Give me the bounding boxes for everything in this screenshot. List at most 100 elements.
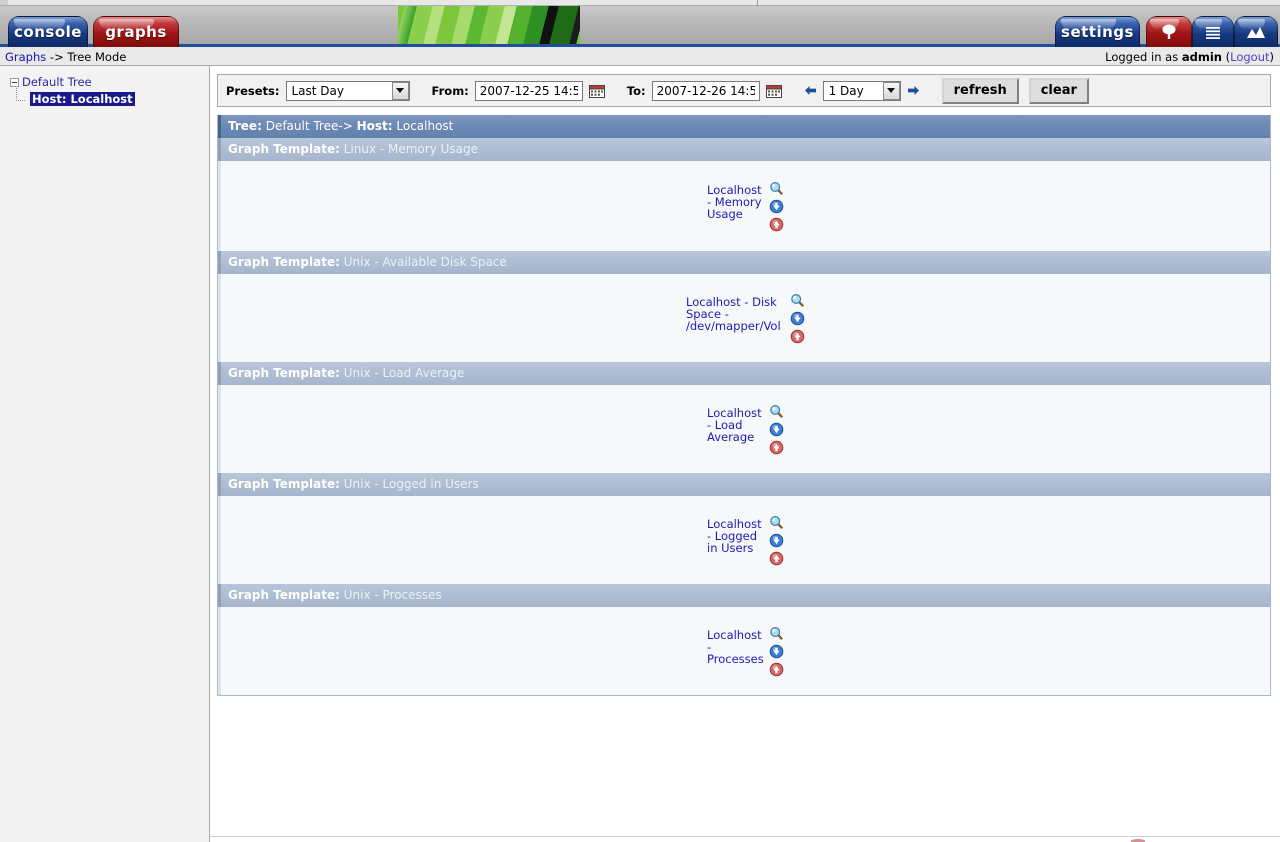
clear-button[interactable]: clear xyxy=(1028,77,1089,104)
host-name: Localhost xyxy=(396,119,454,133)
from-label: From: xyxy=(431,83,469,98)
tree-name: Default Tree-> xyxy=(265,119,353,133)
arrow-up-circle-icon[interactable] xyxy=(790,329,805,344)
graph-title-link[interactable]: Localhost - Logged in Users xyxy=(707,515,765,554)
main-content: Presets: Last Day From: 2007-12-25 14:54… xyxy=(210,66,1280,842)
graph-template-name: Unix - Available Disk Space xyxy=(343,255,507,269)
graph-title-link[interactable]: Localhost - Processes xyxy=(707,626,765,665)
tree-icon xyxy=(1147,17,1191,42)
paren-close: ) xyxy=(1269,50,1275,64)
interval-select[interactable]: 1 Day xyxy=(822,80,901,101)
magnifier-icon[interactable] xyxy=(769,515,784,530)
arrow-up-circle-icon[interactable] xyxy=(769,551,784,566)
graph-template-header: Graph Template: Unix - Logged in Users xyxy=(218,473,1270,496)
magnifier-icon[interactable] xyxy=(769,626,784,641)
arrow-up-circle-icon[interactable] xyxy=(769,440,784,455)
arrow-down-circle-icon[interactable] xyxy=(790,311,805,326)
graph-title-link[interactable]: Localhost - Load Average xyxy=(707,404,765,443)
arrow-down-circle-icon[interactable] xyxy=(769,533,784,548)
tree-node-default-tree-label[interactable]: Default Tree xyxy=(22,75,92,89)
page-body: Default Tree Host: Localhost Presets: La… xyxy=(0,66,1280,842)
calendar-icon-to[interactable] xyxy=(765,83,782,98)
graph-preview-icon xyxy=(1235,17,1277,42)
graph-action-icons xyxy=(769,404,784,455)
graph-title-link[interactable]: Localhost - Disk Space - /dev/mapper/Vol xyxy=(686,293,786,332)
graph-template-header: Graph Template: Unix - Available Disk Sp… xyxy=(218,251,1270,274)
presets-select-chevron xyxy=(391,81,409,100)
magnifier-icon[interactable] xyxy=(790,293,805,308)
logout-link[interactable]: Logout xyxy=(1230,50,1269,64)
refresh-button[interactable]: refresh xyxy=(941,77,1019,104)
sidebar-tree: Default Tree Host: Localhost xyxy=(0,66,210,842)
from-date-input[interactable] xyxy=(474,80,583,101)
tab-tree-mode[interactable] xyxy=(1146,16,1192,48)
graph-template-name: Unix - Processes xyxy=(343,588,442,602)
tree-node-default-tree[interactable]: Default Tree xyxy=(8,75,209,92)
tab-preview-mode[interactable] xyxy=(1234,16,1278,48)
cacti-banner-graphic xyxy=(398,6,580,44)
interval-select-chevron xyxy=(882,81,900,100)
graph-action-icons xyxy=(769,515,784,566)
list-icon xyxy=(1193,17,1233,42)
arrow-left-icon[interactable] xyxy=(804,84,817,97)
graph-row: Localhost - Logged in Users xyxy=(218,496,1270,584)
graph-template-label: Graph Template: xyxy=(228,255,340,269)
arrow-down-circle-icon[interactable] xyxy=(769,422,784,437)
logged-in-username: admin xyxy=(1181,50,1222,64)
graph-template-label: Graph Template: xyxy=(228,142,340,156)
tree-node-host-localhost-label[interactable]: Host: Localhost xyxy=(30,92,135,106)
host-label: Host: xyxy=(356,119,393,133)
breadcrumb-current: Tree Mode xyxy=(67,50,127,64)
tree-node-host-localhost[interactable]: Host: Localhost xyxy=(8,88,209,109)
graph-template-label: Graph Template: xyxy=(228,588,340,602)
graph-row: Localhost - Load Average xyxy=(218,385,1270,473)
tab-list-mode[interactable] xyxy=(1192,16,1234,48)
interval-select-value: 1 Day xyxy=(828,83,864,98)
arrow-up-circle-icon[interactable] xyxy=(769,662,784,677)
tree-collapse-toggle[interactable] xyxy=(10,78,19,87)
to-label: To: xyxy=(626,83,646,98)
graph-row: Localhost - Processes xyxy=(218,607,1270,695)
graph-item: Localhost - Load Average xyxy=(707,398,784,461)
tab-graphs[interactable]: graphs xyxy=(93,16,179,48)
graph-panel: Tree: Default Tree-> Host: Localhost Gra… xyxy=(217,115,1271,696)
breadcrumb-link-graphs[interactable]: Graphs xyxy=(5,50,46,64)
graph-template-name: Unix - Logged in Users xyxy=(343,477,479,491)
graph-template-name: Linux - Memory Usage xyxy=(343,142,479,156)
to-date-input[interactable] xyxy=(651,80,760,101)
arrow-up-circle-icon[interactable] xyxy=(769,217,784,232)
arrow-down-circle-icon[interactable] xyxy=(769,199,784,214)
breadcrumb: Graphs -> Tree Mode xyxy=(5,50,126,64)
tab-settings[interactable]: settings xyxy=(1055,16,1140,48)
breadcrumb-bar: Graphs -> Tree Mode Logged in as admin (… xyxy=(0,47,1280,66)
graph-item: Localhost - Memory Usage xyxy=(707,175,784,238)
graph-action-icons xyxy=(769,626,784,677)
graph-item: Localhost - Processes xyxy=(707,620,784,683)
graph-item: Localhost - Disk Space - /dev/mapper/Vol xyxy=(686,287,805,350)
calendar-icon[interactable] xyxy=(588,83,605,98)
magnifier-icon[interactable] xyxy=(769,181,784,196)
tab-console-label: console xyxy=(14,23,82,41)
app-header: console graphs settings xyxy=(0,6,1280,48)
session-status: Logged in as admin (Logout) xyxy=(1105,50,1274,64)
graph-action-icons xyxy=(790,293,805,344)
graph-template-header: Graph Template: Unix - Processes xyxy=(218,584,1270,607)
tab-console[interactable]: console xyxy=(8,16,88,48)
tab-graphs-label: graphs xyxy=(105,23,167,41)
breadcrumb-separator: -> xyxy=(46,50,68,64)
presets-select[interactable]: Last Day xyxy=(285,80,410,101)
arrow-down-circle-icon[interactable] xyxy=(769,644,784,659)
arrow-right-icon[interactable] xyxy=(907,84,920,97)
graph-title-link[interactable]: Localhost - Memory Usage xyxy=(707,181,765,220)
tab-settings-label: settings xyxy=(1061,23,1134,41)
paren-open: ( xyxy=(1221,50,1231,64)
page-bottom-rule xyxy=(210,836,1280,837)
graph-row: Localhost - Memory Usage xyxy=(218,161,1270,251)
logged-in-prefix: Logged in as xyxy=(1105,50,1182,64)
tree-label: Tree: xyxy=(228,119,262,133)
magnifier-icon[interactable] xyxy=(769,404,784,419)
graph-template-header: Graph Template: Linux - Memory Usage xyxy=(218,138,1270,161)
tree-path-header: Tree: Default Tree-> Host: Localhost xyxy=(218,115,1270,138)
graph-item: Localhost - Logged in Users xyxy=(707,509,784,572)
window-corner-notch xyxy=(0,0,8,5)
